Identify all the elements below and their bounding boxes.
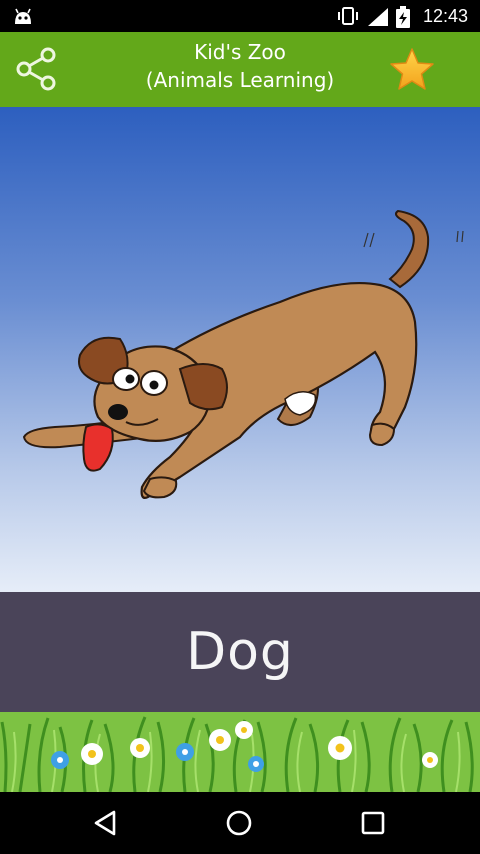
dog-illustration: [22, 209, 464, 499]
animal-image-area[interactable]: [0, 107, 480, 592]
android-icon: [15, 8, 31, 24]
status-bar: 12:43: [0, 0, 480, 32]
app-title-line2: (Animals Learning): [145, 68, 335, 92]
grass-decoration: [0, 712, 480, 792]
app-title-line1: Kid's Zoo: [194, 40, 286, 64]
home-icon[interactable]: [222, 806, 256, 840]
vibrate-icon: [338, 7, 358, 25]
navigation-bar: [0, 792, 480, 854]
app-title: Kid's Zoo (Animals Learning): [90, 38, 390, 94]
status-time: 12:43: [422, 6, 468, 26]
star-icon: [390, 48, 434, 90]
animal-name: Dog: [186, 622, 294, 682]
grass-flowers-illustration: [0, 712, 480, 792]
favorite-button[interactable]: [388, 46, 436, 94]
animal-name-bar: Dog: [0, 592, 480, 712]
recents-icon[interactable]: [358, 808, 388, 838]
share-icon: [16, 47, 56, 91]
signal-icon: [368, 8, 388, 26]
battery-charging-icon: [396, 6, 410, 28]
back-icon[interactable]: [90, 808, 120, 838]
share-button[interactable]: [12, 45, 60, 93]
app-bar: Kid's Zoo (Animals Learning): [0, 32, 480, 107]
